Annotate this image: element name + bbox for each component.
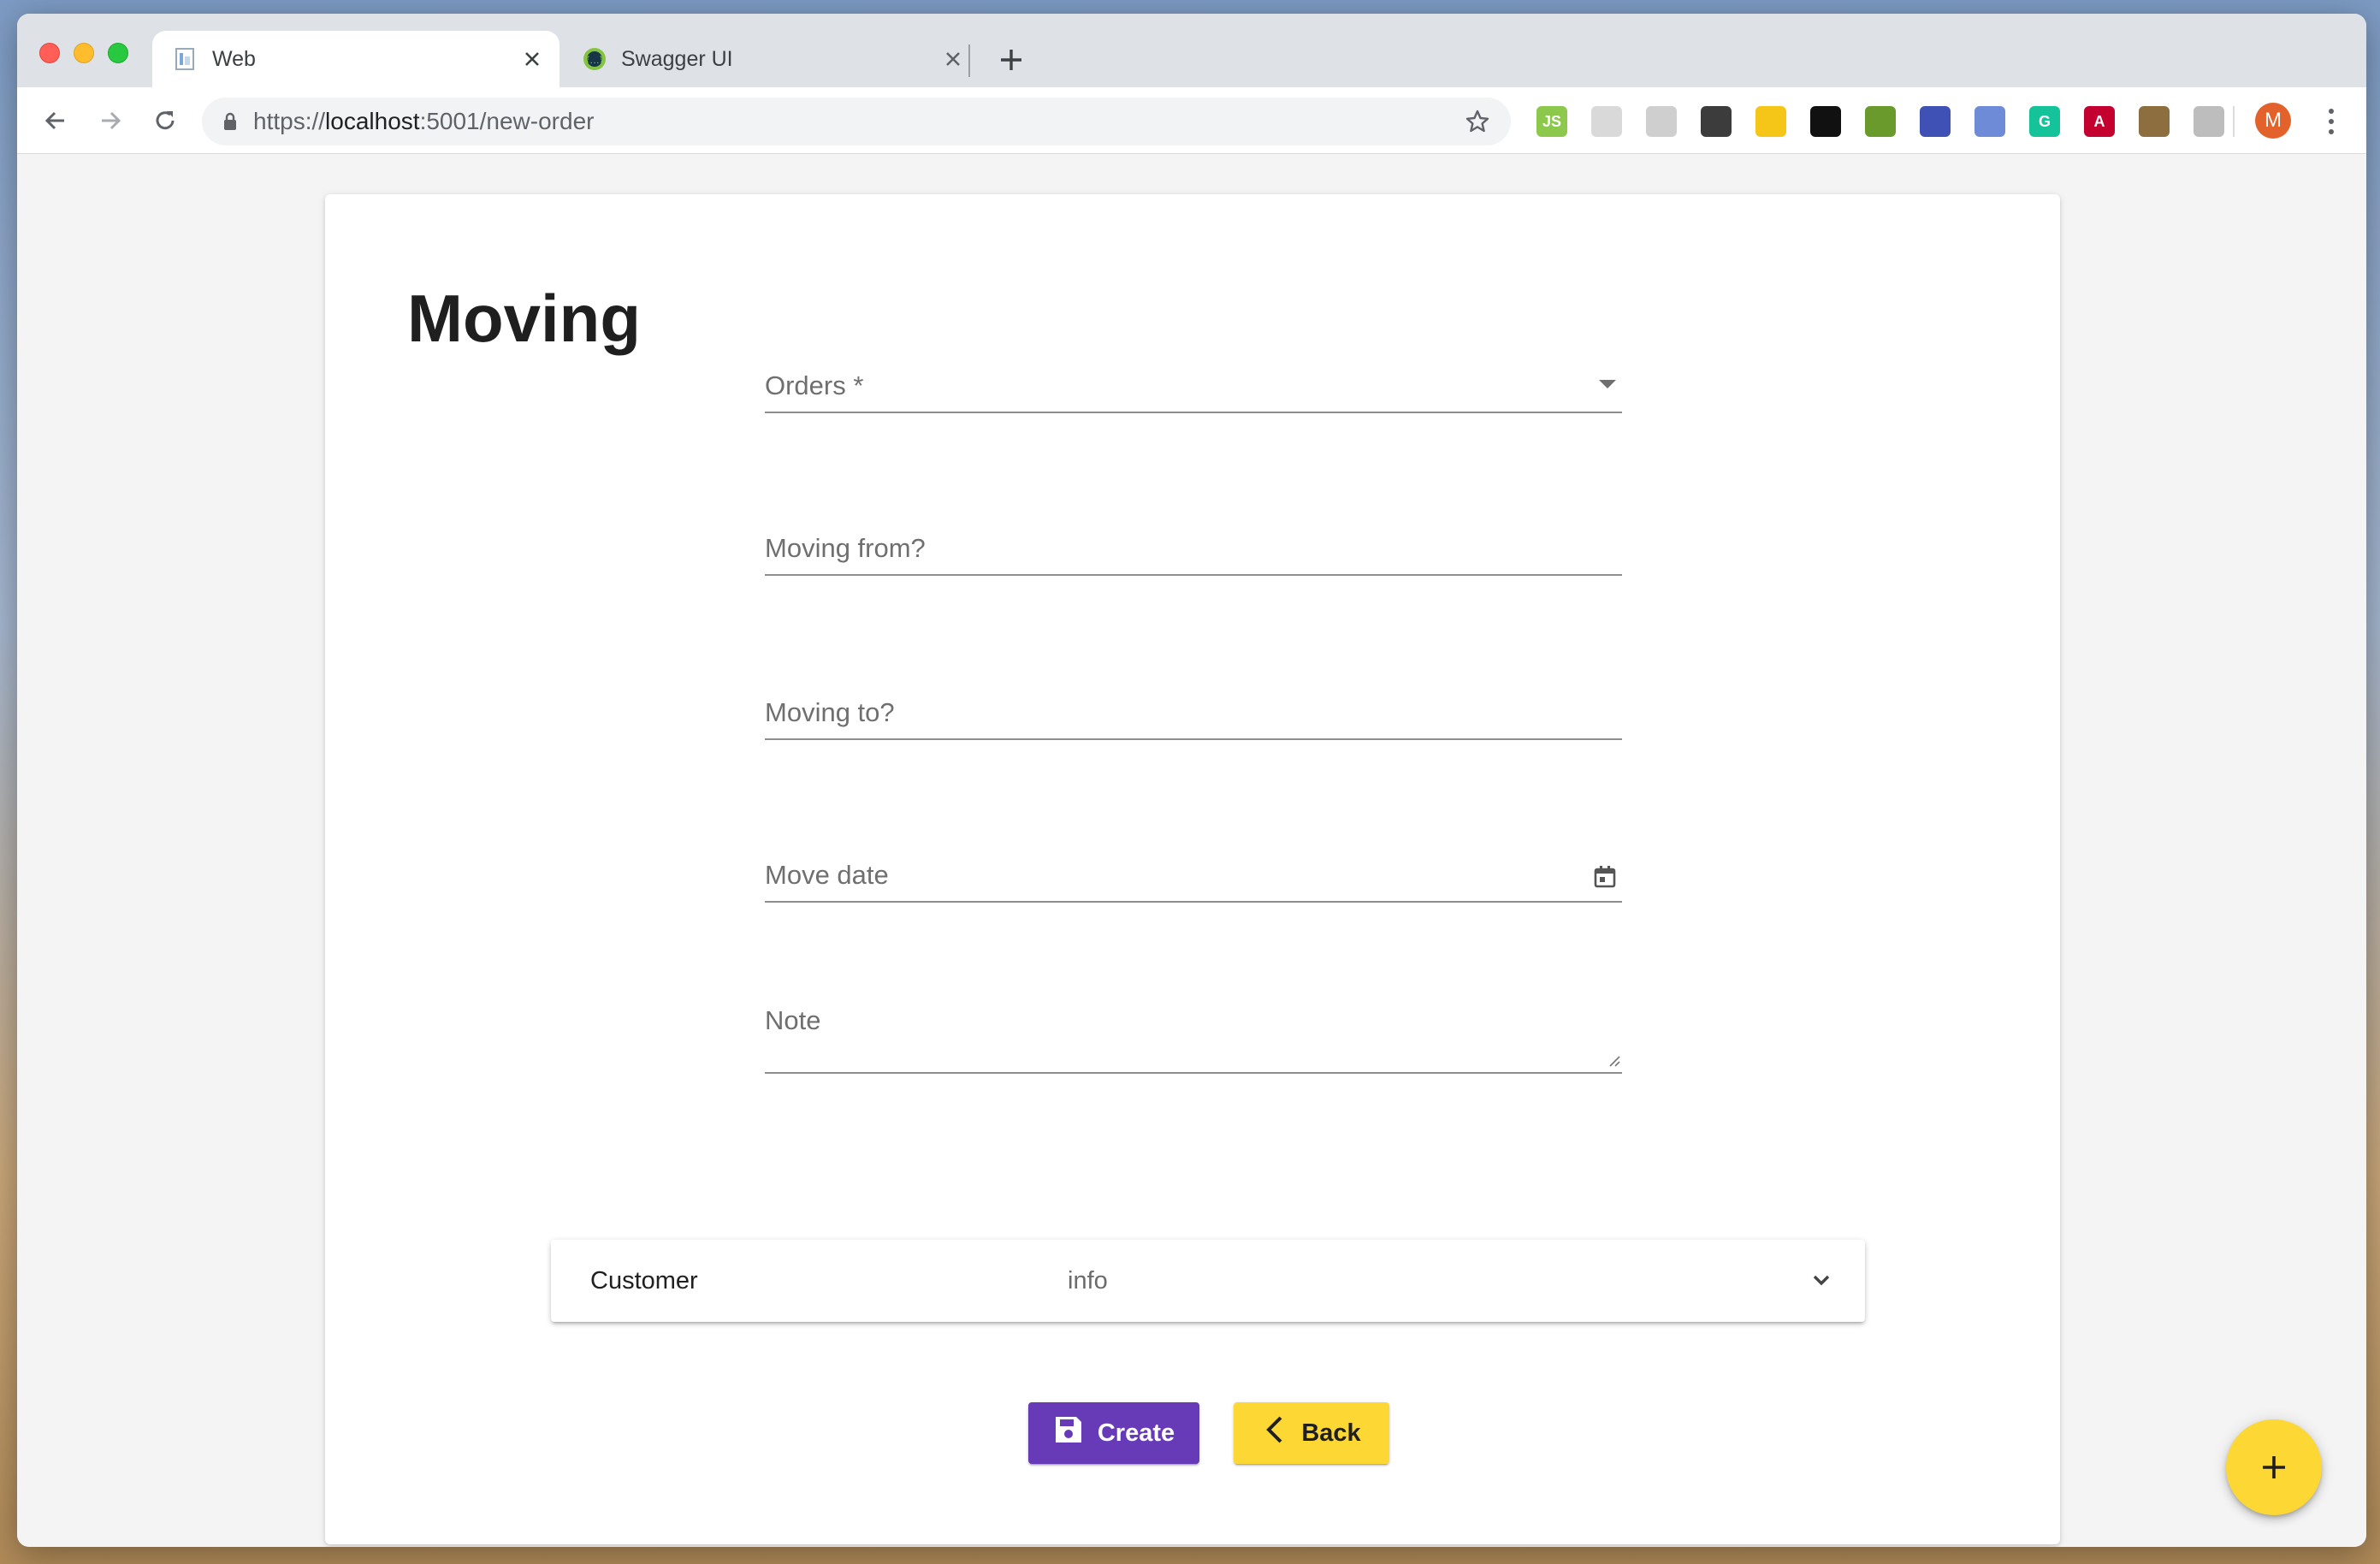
plus-icon [1001, 50, 1021, 70]
url-text[interactable]: https://localhost:5001/new-order [253, 108, 1465, 135]
tree-extension-icon[interactable] [2194, 106, 2224, 137]
swagger-extension-icon[interactable] [1865, 106, 1896, 137]
back-label: Back [1301, 1419, 1361, 1447]
customer-panel-description: info [1068, 1267, 1108, 1294]
books-extension-icon[interactable] [2139, 106, 2170, 137]
reload-icon [156, 111, 175, 130]
browser-menu-icon[interactable] [2318, 104, 2344, 139]
generic-extension-icon[interactable] [1591, 106, 1622, 137]
url-scheme: https:// [253, 108, 326, 134]
bracket-extension-icon[interactable] [1701, 106, 1732, 137]
customer-expansion-panel[interactable]: Customer info [551, 1240, 1865, 1322]
angular-extension-icon[interactable]: A [2084, 106, 2115, 137]
svg-text:{…}: {…} [586, 54, 603, 66]
lighthouse-extension-icon[interactable] [1920, 106, 1951, 137]
forward-nav-button[interactable] [89, 99, 132, 142]
note-textarea[interactable]: Note [765, 1005, 1622, 1074]
save-icon [1053, 1414, 1084, 1452]
create-label: Create [1097, 1419, 1175, 1447]
back-nav-button[interactable] [34, 99, 77, 142]
plus-icon [2263, 1456, 2285, 1478]
create-button[interactable]: Create [1028, 1402, 1199, 1464]
note-label: Note [765, 1005, 821, 1035]
move-date-label: Move date [765, 860, 889, 890]
order-form-card: Moving Orders * Moving from? Moving to? … [325, 194, 2060, 1544]
close-window-button[interactable] [39, 43, 60, 63]
url-host: localhost [325, 108, 420, 134]
resize-handle-icon[interactable] [1607, 1053, 1620, 1067]
address-bar[interactable]: https://localhost:5001/new-order [202, 98, 1511, 145]
page-content: Moving Orders * Moving from? Moving to? … [17, 155, 2366, 1547]
arrow-left-icon [44, 111, 64, 130]
tab-strip: Web {…} Swagger UI [17, 14, 2366, 87]
add-fab-button[interactable] [2226, 1419, 2322, 1515]
move-date-input[interactable]: Move date [765, 844, 1622, 903]
grammarly-extension-icon[interactable]: G [2029, 106, 2060, 137]
orders-label: Orders * [765, 370, 864, 400]
close-tab-icon[interactable] [515, 42, 549, 76]
disc-extension-icon[interactable] [1974, 106, 2005, 137]
moving-to-label: Moving to? [765, 697, 895, 727]
close-tab-icon[interactable] [936, 42, 970, 76]
chevron-down-icon[interactable] [1810, 1269, 1832, 1291]
maximize-window-button[interactable] [108, 43, 128, 63]
tab-web[interactable]: Web [152, 31, 559, 87]
dropdown-arrow-icon[interactable] [1598, 379, 1617, 389]
sparkle-extension-icon[interactable] [1810, 106, 1841, 137]
customer-panel-title: Customer [590, 1267, 698, 1294]
moon-extension-icon[interactable] [1755, 106, 1786, 137]
toolbar-divider [2233, 106, 2235, 137]
arrow-right-icon [102, 111, 121, 130]
web-app-icon [173, 46, 198, 72]
orders-select[interactable]: Orders * [765, 355, 1622, 413]
back-button[interactable]: Back [1234, 1402, 1389, 1464]
browser-window: Web {…} Swagger UI https://localhost:500… [17, 14, 2366, 1547]
moving-from-input[interactable]: Moving from? [765, 518, 1622, 576]
minimize-window-button[interactable] [74, 43, 94, 63]
lock-icon [222, 112, 238, 131]
chevron-left-icon [1262, 1414, 1288, 1452]
page-title: Moving [407, 281, 641, 356]
moving-from-label: Moving from? [765, 533, 926, 563]
timer-extension-icon[interactable] [1646, 106, 1677, 137]
url-path: :5001/new-order [419, 108, 595, 134]
tab-swagger-ui[interactable]: {…} Swagger UI [561, 31, 980, 87]
new-tab-button[interactable] [991, 39, 1032, 80]
calendar-icon[interactable] [1593, 865, 1617, 889]
tab-divider [968, 44, 970, 77]
tab-title: Swagger UI [621, 46, 733, 71]
profile-avatar[interactable]: M [2255, 103, 2291, 139]
bookmark-star-icon[interactable] [1465, 109, 1490, 134]
tab-title: Web [212, 46, 256, 71]
moving-to-input[interactable]: Moving to? [765, 682, 1622, 740]
swagger-icon: {…} [582, 46, 607, 72]
nodejs-extension-icon[interactable]: JS [1536, 106, 1567, 137]
browser-toolbar: https://localhost:5001/new-order JS G A M [17, 87, 2366, 154]
reload-button[interactable] [144, 99, 186, 142]
